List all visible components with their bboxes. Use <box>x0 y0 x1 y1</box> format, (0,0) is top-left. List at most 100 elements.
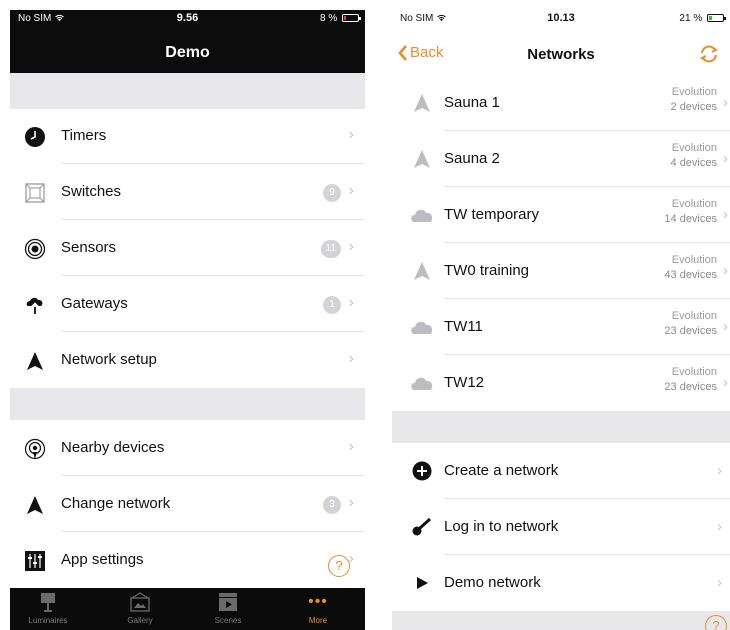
network-devices: 2 devices <box>670 101 717 113</box>
chevron-right-icon: › <box>348 438 354 455</box>
key-icon <box>410 516 434 538</box>
status-bar: No SIM 9.56 8 % <box>10 10 365 28</box>
tab-label: Luminaires <box>28 616 68 625</box>
battery: 8 % <box>320 13 361 24</box>
demo-screen: No SIM 9.56 8 % Demo Timers › Switches 9… <box>10 10 365 630</box>
menu-item-app-settings[interactable]: App settings › <box>10 532 365 588</box>
action-log-in-to-network[interactable]: Log in to network › <box>392 499 730 555</box>
menu-item-label: App settings <box>61 551 144 568</box>
network-row[interactable]: Sauna 1 Evolution 2 devices › <box>392 75 730 131</box>
menu-item-label: Switches <box>61 183 122 200</box>
network-row[interactable]: Sauna 2 Evolution 4 devices › <box>392 131 730 187</box>
menu-item-label: Change network <box>61 495 171 512</box>
menu-item-nearby-devices[interactable]: Nearby devices › <box>10 420 365 476</box>
network-name: Sauna 1 <box>444 94 500 111</box>
chevron-right-icon: › <box>348 126 354 143</box>
gallery-icon <box>130 592 150 612</box>
scenes-icon <box>219 593 237 611</box>
count-badge: 11 <box>320 240 341 258</box>
tab-bar: Luminaires Gallery Scenes ••• More <box>10 588 365 630</box>
network-name: TW11 <box>444 318 483 335</box>
menu-item-label: Timers <box>61 127 107 144</box>
action-create-network[interactable]: Create a network › <box>392 443 730 499</box>
menu-item-switches[interactable]: Switches 9 › <box>10 164 365 220</box>
network-setup-icon <box>24 350 46 372</box>
tab-more[interactable]: ••• More <box>288 591 348 625</box>
network-row[interactable]: TW0 training Evolution 43 devices › <box>392 243 730 299</box>
action-label: Log in to network <box>444 518 559 535</box>
play-icon <box>410 572 434 594</box>
network-devices: 23 devices <box>664 325 717 337</box>
app-settings-icon <box>24 550 46 572</box>
network-name: TW temporary <box>444 206 540 223</box>
clock: 9.56 <box>176 12 199 24</box>
network-name: TW12 <box>444 374 485 391</box>
page-title: Networks <box>527 46 595 63</box>
chevron-right-icon: › <box>723 150 728 167</box>
menu-item-gateways[interactable]: Gateways 1 › <box>10 276 365 332</box>
page-title: Demo <box>165 44 210 61</box>
chevron-right-icon: › <box>348 182 354 199</box>
more-icon: ••• <box>308 593 328 610</box>
chevron-right-icon: › <box>723 206 728 223</box>
chevron-right-icon: › <box>723 262 728 279</box>
chevron-right-icon: › <box>717 518 722 535</box>
tab-label: More <box>308 616 328 625</box>
section-gap <box>10 388 365 420</box>
menu-item-label: Nearby devices <box>61 439 165 456</box>
chevron-right-icon: › <box>717 574 722 591</box>
chevron-right-icon: › <box>348 494 354 511</box>
network-type: Evolution <box>671 310 717 322</box>
menu-item-network-setup[interactable]: Network setup › <box>10 332 365 388</box>
menu-item-timers[interactable]: Timers › <box>10 108 365 164</box>
count-badge: 9 <box>323 184 341 202</box>
network-type: Evolution <box>671 366 717 378</box>
section-gap <box>10 73 365 109</box>
network-devices: 14 devices <box>664 213 717 225</box>
network-type: Evolution <box>671 86 717 98</box>
tab-luminaires[interactable]: Luminaires <box>18 591 78 625</box>
chevron-right-icon: › <box>348 350 354 367</box>
menu-item-label: Network setup <box>61 351 157 368</box>
menu-item-label: Sensors <box>61 239 117 256</box>
battery-icon <box>342 14 361 22</box>
network-name: Sauna 2 <box>444 150 500 167</box>
triangle-network-icon <box>410 148 434 170</box>
tab-label: Scenes <box>214 616 242 625</box>
chevron-right-icon: › <box>348 294 354 311</box>
tab-gallery[interactable]: Gallery <box>110 591 170 625</box>
network-devices: 4 devices <box>670 157 717 169</box>
network-row[interactable]: TW12 Evolution 23 devices › <box>392 355 730 411</box>
menu-item-sensors[interactable]: Sensors 11 › <box>10 220 365 276</box>
menu-item-change-network[interactable]: Change network 3 › <box>10 476 365 532</box>
refresh-icon[interactable] <box>698 44 720 69</box>
triangle-network-icon <box>410 92 434 114</box>
action-label: Demo network <box>444 574 541 591</box>
network-row[interactable]: TW temporary Evolution 14 devices › <box>392 187 730 243</box>
action-demo-network[interactable]: Demo network › <box>392 555 730 611</box>
cloud-network-icon <box>410 316 434 338</box>
tab-scenes[interactable]: Scenes <box>198 591 258 625</box>
networks-screen: No SIM 10.13 21 % Back Networks Sauna 1 … <box>392 10 730 630</box>
cloud-network-icon <box>410 204 434 226</box>
gateway-icon <box>24 294 46 316</box>
network-name: TW0 training <box>444 262 530 279</box>
sensor-icon <box>24 238 46 260</box>
plus-circle-icon <box>410 460 434 482</box>
network-type: Evolution <box>671 142 717 154</box>
nav-bar: No SIM 10.13 21 % Back Networks <box>392 10 730 75</box>
switch-icon <box>24 182 46 204</box>
nearby-devices-icon <box>24 438 46 460</box>
help-icon[interactable]: ? <box>705 615 727 630</box>
network-type: Evolution <box>671 198 717 210</box>
battery-icon <box>707 14 726 22</box>
battery: 21 % <box>679 13 726 24</box>
count-badge: 1 <box>323 296 341 314</box>
section-gap <box>392 411 730 443</box>
chevron-right-icon: › <box>717 462 722 479</box>
network-row[interactable]: TW11 Evolution 23 devices › <box>392 299 730 355</box>
network-devices: 43 devices <box>664 269 717 281</box>
clock-icon <box>24 126 46 148</box>
cloud-network-icon <box>410 372 434 394</box>
help-icon[interactable]: ? <box>328 555 350 577</box>
